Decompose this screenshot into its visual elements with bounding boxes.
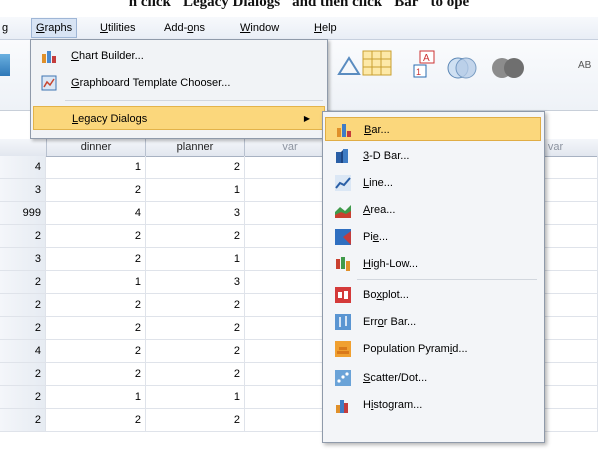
table-cell[interactable]: 2 xyxy=(146,340,245,362)
menu-window[interactable]: Window xyxy=(236,20,283,36)
menu-item-high-low[interactable]: High-Low... xyxy=(325,252,541,276)
menu-separator xyxy=(357,279,537,280)
menu-item-legacy-dialogs[interactable]: Legacy Dialogs ▶ xyxy=(33,106,325,130)
menu-graphs[interactable]: Graphs xyxy=(31,18,78,38)
scatter-dot-icon xyxy=(335,370,351,386)
histogram-icon xyxy=(336,400,348,413)
table-cell[interactable]: 2 xyxy=(47,317,146,339)
high-low-chart-icon xyxy=(336,257,350,271)
tutorial-caption: n click "Legacy Dialogs" and then click … xyxy=(128,0,470,10)
svg-text:1: 1 xyxy=(416,67,421,77)
table-cell[interactable]: 2 xyxy=(146,363,245,385)
value-labels-icon[interactable]: A 1 xyxy=(413,50,439,78)
table-cell[interactable]: 2 xyxy=(146,156,245,178)
table-cell[interactable]: 2 xyxy=(47,340,146,362)
menu-partial-item[interactable]: g xyxy=(0,20,12,36)
table-cell[interactable]: 2 xyxy=(47,363,146,385)
svg-text:AB: AB xyxy=(578,60,592,71)
menu-item-area[interactable]: Area... xyxy=(325,198,541,222)
scale-icon[interactable] xyxy=(336,56,362,78)
menu-item-line[interactable]: Line... xyxy=(325,171,541,195)
table-cell[interactable]: 2 xyxy=(146,294,245,316)
menu-item-scatter-dot[interactable]: Scatter/Dot... xyxy=(325,366,541,390)
error-bar-icon xyxy=(335,314,351,330)
table-cell[interactable]: 2 xyxy=(146,225,245,247)
svg-text:A: A xyxy=(423,53,430,64)
row-cell-id[interactable]: 2 xyxy=(0,294,46,316)
menu-item-pie[interactable]: Pie... xyxy=(325,225,541,249)
row-cell-id[interactable]: 3 xyxy=(0,248,46,270)
graphs-menu: Chart Builder... Graphboard Template Cho… xyxy=(30,39,328,139)
row-cell-id[interactable]: 2 xyxy=(0,409,46,431)
table-cell[interactable]: 3 xyxy=(146,271,245,293)
area-chart-icon xyxy=(335,205,351,218)
boxplot-icon xyxy=(335,287,351,303)
menu-item-error-bar[interactable]: Error Bar... xyxy=(325,310,541,334)
row-cell-id[interactable]: 4 xyxy=(0,156,46,178)
row-cell-id[interactable]: 2 xyxy=(0,317,46,339)
legacy-dialogs-submenu: Bar... 3-D Bar... Line... Area... Pie...… xyxy=(322,111,545,443)
row-cell-id[interactable]: 2 xyxy=(0,386,46,408)
show-all-variables-icon[interactable] xyxy=(490,52,526,82)
line-chart-icon xyxy=(335,175,351,191)
table-cell[interactable]: 1 xyxy=(47,271,146,293)
menu-item-population-pyramid[interactable]: Population Pyramid... xyxy=(325,337,541,361)
use-sets-icon[interactable] xyxy=(446,52,478,82)
table-cell[interactable]: 2 xyxy=(47,179,146,201)
menu-separator xyxy=(65,100,323,101)
table-cell[interactable]: 2 xyxy=(47,409,146,431)
pie-chart-icon xyxy=(335,229,351,245)
toolbar-partial-icon[interactable] xyxy=(0,54,10,76)
menu-item-3d-bar[interactable]: 3-D Bar... xyxy=(325,144,541,168)
menu-item-bar[interactable]: Bar... xyxy=(325,117,541,141)
spell-check-icon[interactable]: AB xyxy=(578,54,598,74)
bar-chart-icon xyxy=(337,124,351,137)
table-cell[interactable]: 2 xyxy=(146,409,245,431)
chart-builder-icon xyxy=(42,51,56,63)
table-cell[interactable]: 2 xyxy=(47,225,146,247)
table-cell[interactable]: 1 xyxy=(146,248,245,270)
row-cell-id[interactable]: 3 xyxy=(0,179,46,201)
table-cell[interactable]: 1 xyxy=(47,386,146,408)
menu-item-chart-builder[interactable]: Chart Builder... xyxy=(33,44,325,68)
menu-help[interactable]: Help xyxy=(310,20,341,36)
row-cell-id[interactable]: 2 xyxy=(0,225,46,247)
row-cell-id[interactable]: 2 xyxy=(0,363,46,385)
menu-bar: g Graphs Utilities Add-ons Window Help xyxy=(0,17,598,40)
table-cell[interactable]: 1 xyxy=(146,386,245,408)
grid-table-icon[interactable] xyxy=(362,50,392,76)
menu-utilities[interactable]: Utilities xyxy=(96,20,139,36)
table-cell[interactable]: 4 xyxy=(47,202,146,224)
3d-bar-chart-icon xyxy=(336,149,348,163)
menu-item-histogram[interactable]: Histogram... xyxy=(325,393,541,417)
menu-add-ons[interactable]: Add-ons xyxy=(160,20,209,36)
table-cell[interactable]: 1 xyxy=(47,156,146,178)
row-cell-id[interactable]: 4 xyxy=(0,340,46,362)
table-cell[interactable]: 2 xyxy=(47,248,146,270)
table-cell[interactable]: 3 xyxy=(146,202,245,224)
table-cell[interactable]: 2 xyxy=(146,317,245,339)
menu-item-boxplot[interactable]: Boxplot... xyxy=(325,283,541,307)
table-cell[interactable]: 1 xyxy=(146,179,245,201)
graphboard-icon xyxy=(41,75,57,91)
row-cell-id[interactable]: 999 xyxy=(0,202,46,224)
row-cell-id[interactable]: 2 xyxy=(0,271,46,293)
submenu-arrow-icon: ▶ xyxy=(303,114,310,123)
population-pyramid-icon xyxy=(335,341,351,357)
menu-item-graphboard-template-chooser[interactable]: Graphboard Template Chooser... xyxy=(33,71,325,95)
table-cell[interactable]: 2 xyxy=(47,294,146,316)
